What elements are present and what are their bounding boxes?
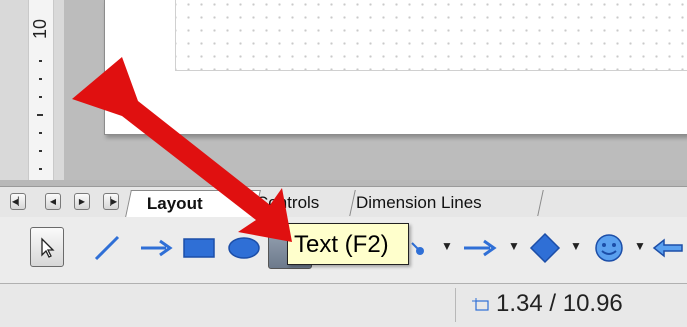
ruler-tick (39, 78, 42, 80)
tab-label: Layout (146, 194, 203, 213)
chevron-down-icon[interactable]: ▼ (441, 239, 453, 253)
last-tab-icon[interactable]: ▕▶ (103, 193, 119, 210)
ruler-tick (39, 96, 42, 98)
vertical-ruler: 10 (0, 0, 65, 180)
double-arrow-icon[interactable] (652, 235, 687, 261)
chevron-down-icon[interactable]: ▼ (634, 239, 646, 253)
tab-dimension-lines[interactable]: Dimension Lines (341, 190, 544, 216)
select-button[interactable] (30, 227, 64, 267)
layer-tabs-bar: ◀▏ ◀ ▶ ▕▶ Dimension Lines Controls Layou… (0, 186, 687, 218)
position-size-icon (472, 298, 489, 311)
arrow-line-icon[interactable] (138, 233, 174, 263)
ruler-tick (39, 150, 42, 152)
block-arrows-icon[interactable] (460, 235, 500, 261)
ruler-tick (39, 132, 42, 134)
flowchart-icon[interactable] (528, 231, 562, 265)
previous-tab-icon[interactable]: ◀ (45, 193, 61, 210)
tab-label: Controls (256, 193, 320, 212)
status-divider (455, 288, 456, 322)
tab-layout[interactable]: Layout (125, 190, 261, 217)
line-icon[interactable] (92, 233, 122, 263)
symbol-shapes-icon[interactable] (592, 231, 626, 265)
next-tab-icon[interactable]: ▶ (74, 193, 90, 210)
status-bar: 1.34 / 10.96 (0, 284, 687, 327)
select-icon (41, 237, 55, 258)
ruler-tick (37, 114, 43, 116)
chevron-down-icon[interactable]: ▼ (508, 239, 520, 253)
drawing-page[interactable] (104, 0, 687, 135)
rectangle-icon[interactable] (182, 235, 218, 261)
drawing-canvas[interactable] (64, 0, 687, 180)
page-margin-area (175, 0, 687, 71)
tooltip: Text (F2) (287, 223, 409, 265)
cursor-position: 1.34 / 10.96 (496, 290, 623, 317)
ruler-tick (39, 60, 42, 62)
first-tab-icon[interactable]: ◀▏ (10, 193, 26, 210)
chevron-down-icon[interactable]: ▼ (570, 239, 582, 253)
ellipse-icon[interactable] (226, 235, 262, 261)
connector-icon[interactable] (410, 235, 434, 261)
tab-controls[interactable]: Controls (247, 190, 356, 216)
ruler-tick (39, 168, 42, 170)
tab-label: Dimension Lines (356, 193, 482, 212)
ruler-label: 10 (29, 18, 50, 40)
